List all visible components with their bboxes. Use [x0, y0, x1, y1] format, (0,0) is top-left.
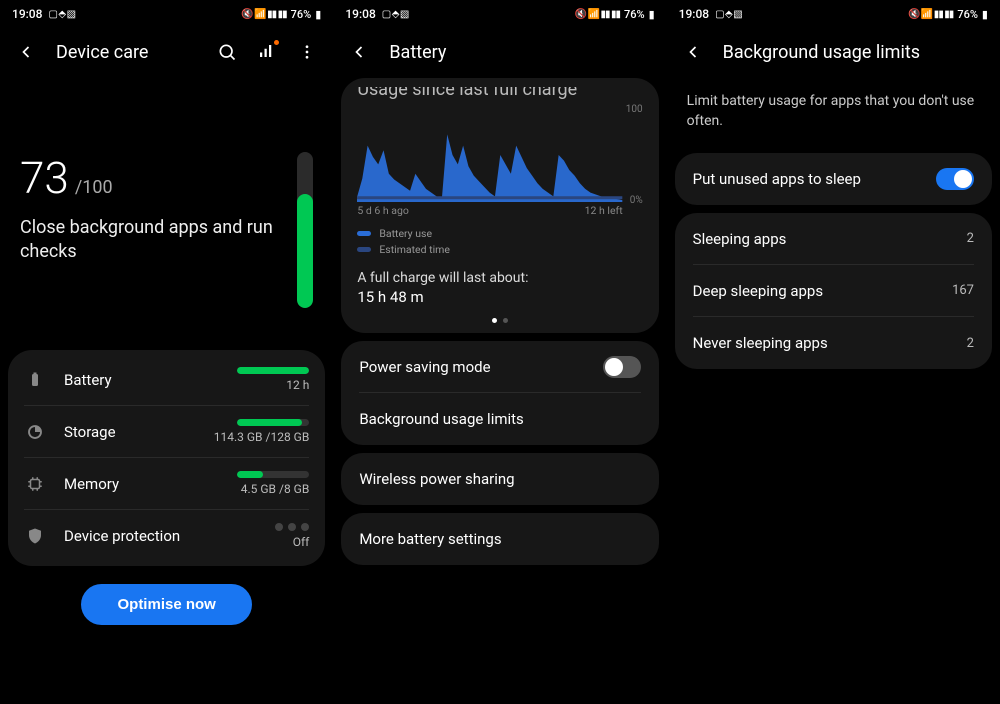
settings-group-1: Power saving mode Background usage limit…: [341, 341, 658, 445]
phone-bg-limits: 19:08 ▢ ⬘ ▧ 🔇 📶 ▮▮ ▮▮ 76% ▮ Background u…: [667, 0, 1000, 704]
optimise-button[interactable]: Optimise now: [81, 584, 251, 625]
header: Device care: [0, 28, 333, 76]
row-battery[interactable]: Battery 12 h: [24, 354, 309, 406]
legend-battery-use: Battery use: [379, 227, 432, 240]
full-charge-label: A full charge will last about:: [357, 270, 642, 286]
chart-x-start: 5 d 6 h ago: [357, 204, 409, 217]
page-title: Background usage limits: [723, 42, 984, 63]
chart-x-labels: 5 d 6 h ago 12 h left: [357, 204, 642, 217]
header: Battery: [333, 28, 666, 76]
deep-count: 167: [952, 283, 974, 298]
row-label: Memory: [64, 475, 237, 493]
status-time: 19:08: [12, 7, 42, 21]
status-notif-icons: ▢ ⬘ ▧: [48, 9, 75, 20]
back-icon[interactable]: [16, 42, 36, 62]
row-deep-sleeping[interactable]: Deep sleeping apps 167: [693, 265, 974, 317]
score-max: /100: [75, 177, 113, 198]
shield-icon: [24, 525, 46, 547]
row-label: Sleeping apps: [693, 230, 967, 248]
memory-value: 4.5 GB /8 GB: [241, 482, 310, 496]
row-storage[interactable]: Storage 114.3 GB /128 GB: [24, 406, 309, 458]
device-care-list: Battery 12 h Storage 114.3 GB /128 GB Me…: [8, 350, 325, 566]
legend-swatch-battery-use: [357, 231, 371, 236]
chart-title: Usage since last full charge: [357, 87, 642, 100]
row-label: More battery settings: [359, 530, 640, 548]
row-label: Deep sleeping apps: [693, 282, 952, 300]
row-more-settings[interactable]: More battery settings: [359, 513, 640, 565]
sleep-apps-list: Sleeping apps 2 Deep sleeping apps 167 N…: [675, 213, 992, 369]
sleep-toggle-group: Put unused apps to sleep: [675, 153, 992, 205]
battery-icon: ▮: [982, 8, 988, 21]
sleep-toggle[interactable]: [936, 168, 974, 190]
battery-icon: [24, 369, 46, 391]
battery-value: 12 h: [286, 378, 309, 392]
battery-icon: ▮: [649, 8, 655, 21]
row-label: Storage: [64, 423, 214, 441]
status-battery-pct: 76%: [291, 8, 312, 21]
sleeping-count: 2: [967, 231, 974, 246]
status-battery-pct: 76%: [624, 8, 645, 21]
row-label: Battery: [64, 371, 237, 389]
status-right-icons: 🔇 📶 ▮▮ ▮▮: [575, 9, 620, 20]
search-icon[interactable]: [217, 42, 237, 62]
more-icon[interactable]: [297, 42, 317, 62]
row-label: Put unused apps to sleep: [693, 170, 936, 188]
row-label: Power saving mode: [359, 358, 602, 376]
row-label: Background usage limits: [359, 410, 640, 428]
status-notif-icons: ▢ ⬘ ▧: [715, 9, 742, 20]
row-label: Wireless power sharing: [359, 470, 640, 488]
legend-estimated: Estimated time: [379, 243, 450, 256]
row-power-saving[interactable]: Power saving mode: [359, 341, 640, 393]
phone-device-care: 19:08 ▢ ⬘ ▧ 🔇 📶 ▮▮ ▮▮ 76% ▮ Device care …: [0, 0, 333, 704]
settings-group-2: Wireless power sharing: [341, 453, 658, 505]
page-title: Battery: [389, 42, 650, 63]
memory-icon: [24, 473, 46, 495]
status-bar: 19:08 ▢ ⬘ ▧ 🔇 📶 ▮▮ ▮▮ 76% ▮: [667, 0, 1000, 28]
hero-subtitle: Close background apps and run checks: [20, 216, 281, 265]
battery-chart-card[interactable]: Usage since last full charge 100 0% 5 d …: [341, 78, 658, 333]
never-count: 2: [967, 336, 974, 351]
status-bar: 19:08 ▢ ⬘ ▧ 🔇 📶 ▮▮ ▮▮ 76% ▮: [0, 0, 333, 28]
row-label: Device protection: [64, 527, 275, 545]
phone-battery: 19:08 ▢ ⬘ ▧ 🔇 📶 ▮▮ ▮▮ 76% ▮ Battery Usag…: [333, 0, 666, 704]
storage-icon: [24, 421, 46, 443]
status-notif-icons: ▢ ⬘ ▧: [382, 9, 409, 20]
battery-icon: ▮: [315, 8, 321, 21]
hero-section: 73 /100 Close background apps and run ch…: [0, 76, 333, 344]
row-wireless-share[interactable]: Wireless power sharing: [359, 453, 640, 505]
pager-dots: [357, 318, 642, 323]
header: Background usage limits: [667, 28, 1000, 76]
status-right-icons: 🔇 📶 ▮▮ ▮▮: [241, 9, 286, 20]
row-label: Never sleeping apps: [693, 334, 967, 352]
status-time: 19:08: [679, 7, 709, 21]
chart-x-end: 12 h left: [585, 204, 623, 217]
protection-value: Off: [293, 535, 310, 549]
row-device-protection[interactable]: Device protection Off: [24, 510, 309, 562]
status-right-icons: 🔇 📶 ▮▮ ▮▮: [908, 9, 953, 20]
back-icon[interactable]: [683, 42, 703, 62]
storage-value: 114.3 GB /128 GB: [214, 430, 310, 444]
score-value: 73: [20, 152, 69, 204]
chart-y-top: 100: [626, 104, 643, 115]
legend-swatch-estimated: [357, 247, 371, 252]
battery-chart: 100 0%: [357, 108, 622, 202]
chart-legend: Battery use Estimated time: [357, 227, 642, 256]
score-bar: [297, 152, 313, 308]
settings-group-3: More battery settings: [341, 513, 658, 565]
page-description: Limit battery usage for apps that you do…: [667, 76, 1000, 145]
page-title: Device care: [56, 42, 197, 63]
full-charge-value: 15 h 48 m: [357, 288, 642, 306]
report-icon[interactable]: [257, 42, 277, 62]
row-put-unused-sleep[interactable]: Put unused apps to sleep: [693, 153, 974, 205]
power-saving-toggle[interactable]: [603, 356, 641, 378]
row-sleeping-apps[interactable]: Sleeping apps 2: [693, 213, 974, 265]
status-bar: 19:08 ▢ ⬘ ▧ 🔇 📶 ▮▮ ▮▮ 76% ▮: [333, 0, 666, 28]
row-memory[interactable]: Memory 4.5 GB /8 GB: [24, 458, 309, 510]
status-battery-pct: 76%: [957, 8, 978, 21]
chart-y-bottom: 0%: [630, 195, 643, 206]
back-icon[interactable]: [349, 42, 369, 62]
row-bg-limits[interactable]: Background usage limits: [359, 393, 640, 445]
row-never-sleeping[interactable]: Never sleeping apps 2: [693, 317, 974, 369]
status-time: 19:08: [345, 7, 375, 21]
